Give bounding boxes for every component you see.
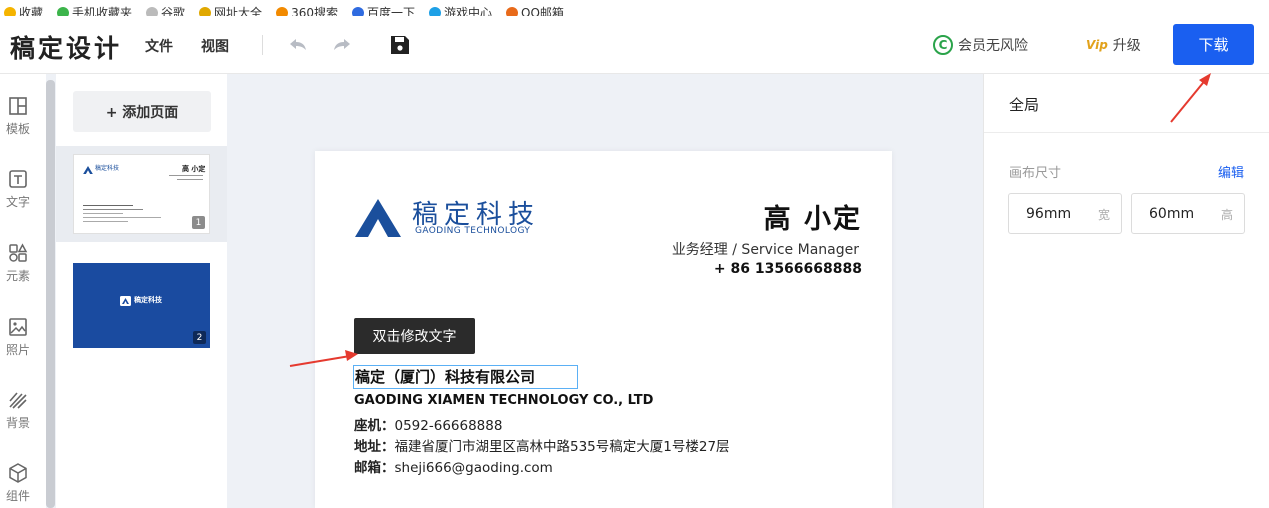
- pages-panel: + 添加页面 稿定科技 高 小定 1 稿定科技 2: [56, 74, 227, 508]
- width-value: 96mm: [1026, 206, 1072, 222]
- landline-line[interactable]: 座机：0592-66668888: [354, 414, 502, 434]
- panel-title: 全局: [1009, 96, 1040, 114]
- page-thumb-1-selected[interactable]: 稿定科技 高 小定 1: [56, 146, 227, 242]
- bookmark-label: 游戏中心: [443, 6, 492, 16]
- thumb-brand: 稿定科技: [134, 296, 162, 304]
- width-field[interactable]: 96mm 宽: [1008, 193, 1122, 234]
- page-number-badge: 1: [192, 216, 205, 229]
- sidebar-item-label: 元素: [5, 269, 30, 283]
- bookmark-icon: [4, 7, 16, 16]
- sidebar-scrollbar[interactable]: [46, 80, 55, 508]
- sidebar-item-photo[interactable]: 照片: [0, 316, 36, 358]
- bookmark-icon: [506, 7, 518, 16]
- redo-icon[interactable]: [330, 33, 354, 57]
- download-button[interactable]: 下载: [1173, 24, 1254, 65]
- person-name[interactable]: 高 小定: [764, 197, 862, 236]
- height-unit: 高: [1220, 208, 1233, 222]
- bookmark-item[interactable]: 手机收藏夹: [57, 7, 132, 16]
- photo-icon: [9, 318, 27, 336]
- elements-icon: [9, 243, 28, 262]
- brand-logo-icon: [120, 296, 131, 306]
- sidebar-item-label: 组件: [5, 489, 30, 503]
- page-thumbnail[interactable]: 稿定科技 高 小定 1: [73, 154, 210, 234]
- bookmark-label: 谷歌: [161, 6, 186, 16]
- thumb-name: 高 小定: [182, 165, 206, 173]
- sidebar-item-label: 背景: [5, 416, 30, 430]
- email-line[interactable]: 邮箱：sheji666@gaoding.com: [354, 456, 553, 476]
- height-value: 60mm: [1149, 206, 1195, 222]
- edit-text-tooltip: 双击修改文字: [354, 318, 475, 354]
- sidebar-item-component[interactable]: 组件: [0, 462, 36, 504]
- company-name-en[interactable]: GAODING XIAMEN TECHNOLOGY CO., LTD: [354, 393, 653, 408]
- bookmark-label: 360搜索: [291, 6, 338, 16]
- height-field[interactable]: 60mm 高: [1131, 193, 1245, 234]
- bookmark-item[interactable]: QQ邮箱: [506, 7, 564, 16]
- copyright-icon: C: [933, 35, 953, 55]
- bookmark-label: 网址大全: [214, 6, 263, 16]
- properties-panel: 全局 画布尺寸 编辑 96mm 宽 60mm 高: [983, 74, 1269, 508]
- sidebar-item-label: 模板: [5, 122, 30, 136]
- bookmark-label: 手机收藏夹: [72, 6, 133, 16]
- bookmark-icon: [146, 7, 159, 16]
- upgrade-button[interactable]: Vip 升级: [1086, 35, 1141, 55]
- bookmark-icon: [428, 7, 441, 16]
- red-arrow-annotation: [1170, 73, 1211, 123]
- vip-icon: Vip: [1086, 38, 1108, 52]
- app-title[interactable]: 稿定设计: [10, 29, 122, 65]
- bookmarks-bar: 收藏 手机收藏夹 谷歌 网址大全 360搜索 百度一下 游戏中心 QQ邮箱: [0, 0, 1269, 16]
- member-label: 会员无风险: [958, 38, 1028, 54]
- component-icon: [9, 463, 27, 483]
- sidebar-item-elements[interactable]: 元素: [0, 242, 36, 284]
- sidebar-item-text[interactable]: 文字: [0, 168, 36, 210]
- bookmark-label: 收藏: [19, 6, 44, 16]
- bookmark-icon: [276, 7, 289, 16]
- bookmark-item[interactable]: 谷歌: [146, 7, 185, 16]
- sidebar-item-template[interactable]: 模板: [0, 95, 36, 137]
- menu-file[interactable]: 文件: [145, 36, 173, 56]
- page-thumb-2[interactable]: 稿定科技 2: [73, 263, 210, 348]
- top-toolbar: 稿定设计 文件 视图 C 会员无风险 Vip 升级 下载: [0, 16, 1269, 74]
- width-unit: 宽: [1097, 208, 1110, 222]
- job-title[interactable]: 业务经理 / Service Manager: [672, 239, 859, 259]
- brand-name-en[interactable]: GAODING TECHNOLOGY: [415, 226, 530, 236]
- address-line[interactable]: 地址：福建省厦门市湖里区高林中路535号稿定大厦1号楼27层: [354, 435, 730, 455]
- canvas-size-label: 画布尺寸: [1009, 166, 1062, 181]
- bookmark-item[interactable]: 360搜索: [276, 7, 338, 16]
- text-icon: [9, 170, 27, 188]
- brand-logo-icon[interactable]: [355, 199, 401, 237]
- menu-view[interactable]: 视图: [201, 36, 229, 56]
- upgrade-label: 升级: [1112, 38, 1141, 54]
- sidebar-item-label: 文字: [5, 195, 30, 209]
- member-guarantee[interactable]: C 会员无风险: [933, 35, 1028, 55]
- bookmark-icon: [199, 7, 212, 16]
- bookmark-icon: [57, 7, 70, 16]
- brand-logo-icon: [83, 166, 93, 174]
- add-page-button[interactable]: + 添加页面: [73, 91, 211, 132]
- save-icon[interactable]: [388, 33, 412, 57]
- edit-size-link[interactable]: 编辑: [1218, 162, 1244, 181]
- bookmark-item[interactable]: 百度一下: [351, 6, 415, 16]
- bookmark-label: QQ邮箱: [521, 6, 564, 16]
- bookmark-item[interactable]: 网址大全: [199, 7, 262, 16]
- bookmark-icon: [351, 7, 364, 16]
- company-name-cn-selected[interactable]: 稿定（厦门）科技有限公司: [353, 365, 578, 389]
- background-icon: [9, 392, 27, 409]
- layout-icon: [9, 97, 27, 115]
- phone-number[interactable]: + 86 13566668888: [714, 261, 862, 277]
- bookmark-item[interactable]: 游戏中心: [428, 6, 492, 16]
- panel-divider: [984, 132, 1269, 133]
- business-card-canvas[interactable]: 稿定科技 GAODING TECHNOLOGY 高 小定 业务经理 / Serv…: [315, 151, 892, 508]
- sidebar-item-label: 照片: [5, 343, 30, 357]
- bookmark-label: 百度一下: [366, 6, 415, 16]
- toolbar-divider: [262, 35, 263, 55]
- red-arrow-annotation: [289, 350, 358, 367]
- sidebar-item-background[interactable]: 背景: [0, 389, 36, 431]
- undo-icon[interactable]: [286, 33, 310, 57]
- thumb-brand: 稿定科技: [95, 165, 120, 172]
- page-number-badge: 2: [193, 331, 206, 344]
- bookmark-item[interactable]: 收藏: [4, 7, 43, 16]
- tool-sidebar: 模板 文字 元素 照片 背景 组件: [0, 74, 46, 508]
